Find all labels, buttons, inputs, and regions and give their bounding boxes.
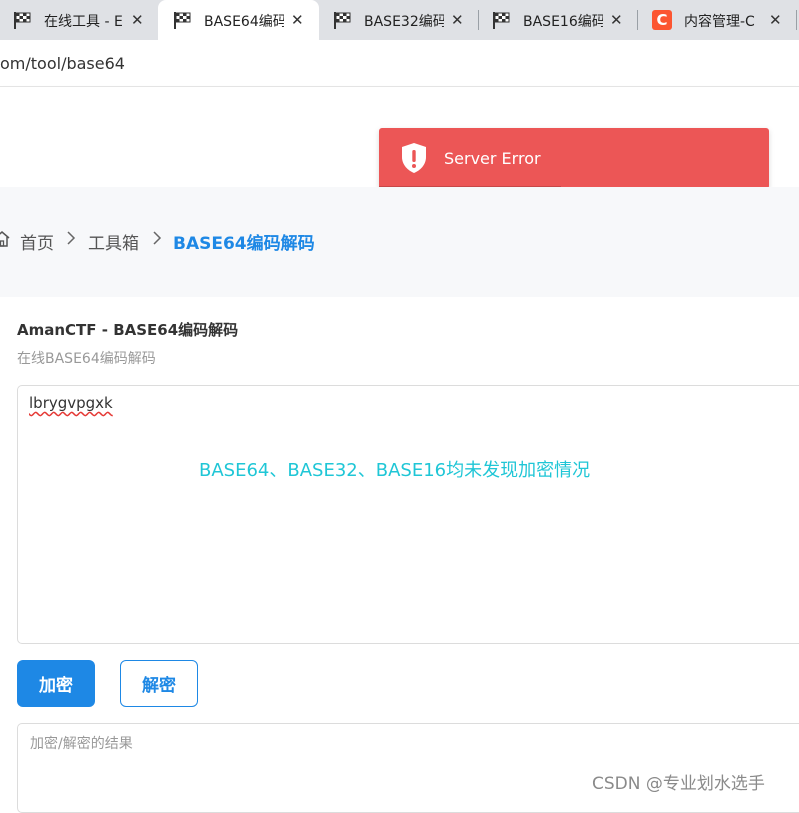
shield-alert-icon xyxy=(402,143,426,173)
decrypt-button[interactable]: 解密 xyxy=(120,660,198,707)
breadcrumb-toolbox[interactable]: 工具箱 xyxy=(88,229,139,254)
watermark: CSDN @专业划水选手 xyxy=(592,774,765,794)
url-text[interactable]: om/tool/base64 xyxy=(0,54,125,73)
result-placeholder: 加密/解密的结果 xyxy=(30,736,133,752)
browser-tab[interactable]: C 内容管理-C ✕ xyxy=(638,0,799,40)
close-tab-icon[interactable]: ✕ xyxy=(291,11,304,29)
browser-tab[interactable]: 在线工具 - E ✕ xyxy=(0,0,158,40)
chevron-right-icon xyxy=(153,231,162,245)
encrypt-button[interactable]: 加密 xyxy=(17,660,95,707)
checkered-flag-icon xyxy=(174,12,191,29)
tab-title: BASE16编码 xyxy=(523,14,603,30)
breadcrumb-current: BASE64编码解码 xyxy=(173,234,315,254)
checkered-flag-icon xyxy=(14,12,31,29)
checkered-flag-icon xyxy=(493,12,510,29)
chevron-right-icon xyxy=(67,231,76,245)
input-textarea[interactable] xyxy=(17,385,799,644)
server-error-toast[interactable]: Server Error xyxy=(379,128,769,189)
browser-tab-active[interactable]: BASE64编码 ✕ xyxy=(158,0,319,40)
breadcrumb-home[interactable]: 首页 xyxy=(20,229,54,254)
card-title: AmanCTF - BASE64编码解码 xyxy=(17,321,239,339)
close-tab-icon[interactable]: ✕ xyxy=(769,11,782,29)
address-bar[interactable]: om/tool/base64 xyxy=(0,40,799,87)
browser-tab-strip: 在线工具 - E ✕ BASE64编码 ✕ BASE32编码 ✕ BASE16编… xyxy=(0,0,799,40)
home-icon[interactable] xyxy=(0,230,10,248)
close-tab-icon[interactable]: ✕ xyxy=(451,11,464,29)
card-subtitle: 在线BASE64编码解码 xyxy=(17,351,156,367)
input-value[interactable]: lbrygvpgxk xyxy=(29,394,113,412)
close-tab-icon[interactable]: ✕ xyxy=(610,11,623,29)
checkered-flag-icon xyxy=(334,12,351,29)
tab-separator xyxy=(796,10,797,30)
browser-tab[interactable]: BASE32编码 ✕ xyxy=(320,0,478,40)
tab-title: BASE64编码 xyxy=(204,14,284,30)
tab-title: 在线工具 - E xyxy=(44,14,123,30)
browser-tab[interactable]: BASE16编码 ✕ xyxy=(479,0,637,40)
tab-title: 内容管理-C xyxy=(684,14,755,30)
close-tab-icon[interactable]: ✕ xyxy=(131,11,144,29)
annotation-text: BASE64、BASE32、BASE16均未发现加密情况 xyxy=(199,460,591,481)
csdn-logo-icon: C xyxy=(652,10,672,30)
toast-message: Server Error xyxy=(444,149,541,168)
tab-title: BASE32编码 xyxy=(364,14,444,30)
